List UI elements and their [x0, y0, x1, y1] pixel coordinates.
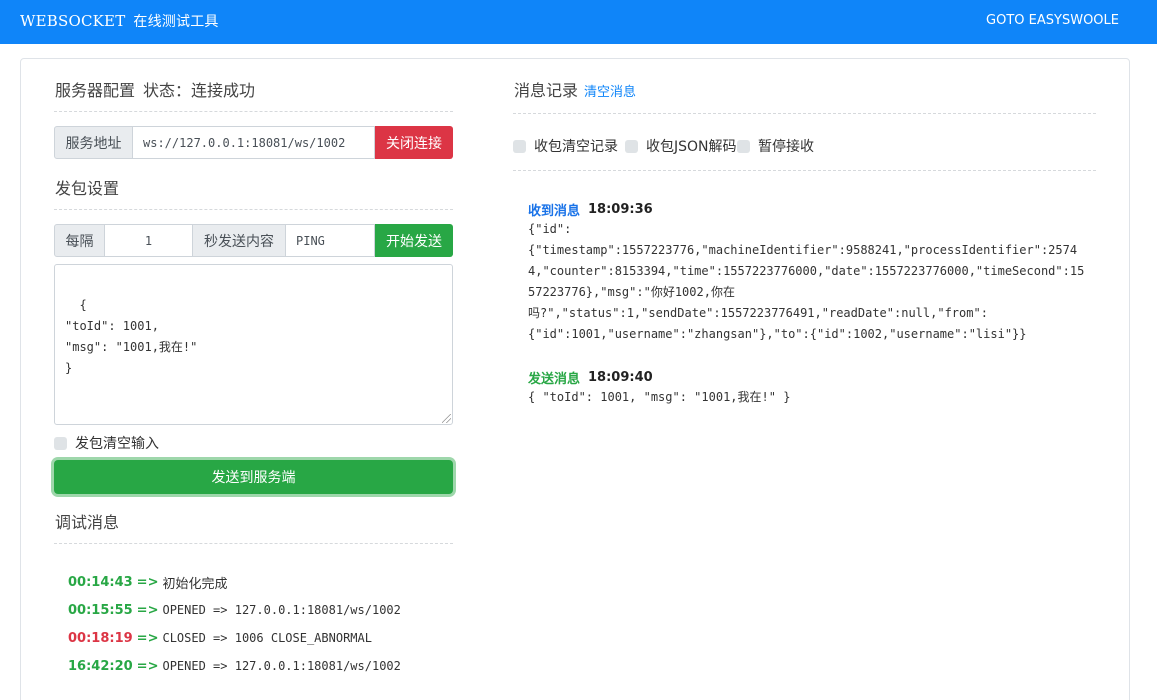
option-pause-receive[interactable]: 暂停接收 [737, 136, 814, 156]
message-time: 18:09:36 [588, 201, 653, 217]
packet-settings-title: 发包设置 [55, 179, 120, 198]
log-time: 00:18:19 [68, 630, 133, 646]
interval-input[interactable]: 1 [105, 224, 193, 257]
server-address-group: 服务地址 ws://127.0.0.1:18081/ws/1002 关闭连接 [54, 126, 453, 159]
message-body: {"id": {"timestamp":1557223776,"machineI… [528, 222, 1085, 341]
sent-message: 发送消息 18:09:40 { "toId": 1001, "msg": "10… [528, 367, 1088, 408]
option-label: 收包JSON解码 [646, 139, 737, 155]
log-entry: 16:42:20 => OPENED => 127.0.0.1:18081/ws… [68, 656, 401, 676]
divider [513, 113, 1096, 114]
resize-grip-icon[interactable] [442, 414, 451, 423]
message-header: 收到消息 18:09:36 [528, 199, 1088, 219]
start-sending-button[interactable]: 开始发送 [375, 224, 453, 257]
option-label: 收包清空记录 [534, 139, 618, 155]
message-type: 收到消息 [528, 203, 581, 219]
debug-title: 调试消息 [55, 513, 120, 532]
message-body: { "toId": 1001, "msg": "1001,我在!" } [528, 390, 791, 404]
log-arrow: => [136, 658, 159, 674]
log-text: 初始化完成 [162, 576, 228, 592]
brand: WEBSOCKET 在线测试工具 [20, 11, 219, 31]
content-label: 秒发送内容 [193, 224, 286, 257]
log-arrow: => [136, 602, 159, 618]
brand-title: WEBSOCKET [20, 12, 126, 30]
option-label: 暂停接收 [758, 139, 814, 155]
server-address-input[interactable]: ws://127.0.0.1:18081/ws/1002 [133, 126, 375, 159]
send-to-server-button[interactable]: 发送到服务端 [54, 460, 453, 494]
checkbox-box[interactable] [54, 436, 67, 450]
log-entry: 00:15:55 => OPENED => 127.0.0.1:18081/ws… [68, 600, 401, 620]
message-time: 18:09:40 [588, 369, 653, 385]
checkbox-box[interactable] [513, 139, 526, 153]
interval-label: 每隔 [54, 224, 105, 257]
divider [513, 170, 1096, 171]
goto-easyswoole-link[interactable]: GOTO EASYSWOOLE [986, 13, 1119, 28]
divider [54, 111, 453, 112]
content-input[interactable]: PING [286, 224, 375, 257]
message-type: 发送消息 [528, 371, 581, 387]
log-text: OPENED => 127.0.0.1:18081/ws/1002 [162, 659, 401, 673]
clear-input-label: 发包清空输入 [75, 436, 159, 452]
clear-messages-link[interactable]: 清空消息 [584, 85, 636, 100]
checkbox-box[interactable] [625, 139, 638, 153]
divider [54, 543, 453, 544]
log-time: 00:14:43 [68, 574, 133, 590]
packet-interval-group: 每隔 1 秒发送内容 PING 开始发送 [54, 224, 453, 257]
log-arrow: => [136, 630, 159, 646]
messages-title: 消息记录 [514, 81, 579, 100]
clear-input-checkbox[interactable]: 发包清空输入 [54, 433, 159, 453]
connection-status: 状态：连接成功 [143, 81, 256, 100]
messages-title-row: 消息记录 清空消息 [514, 77, 636, 101]
server-address-label: 服务地址 [54, 126, 133, 159]
checkbox-box[interactable] [737, 139, 750, 153]
message-header: 发送消息 18:09:40 [528, 367, 1088, 387]
log-arrow: => [136, 574, 159, 590]
close-connection-button[interactable]: 关闭连接 [375, 126, 453, 159]
log-text: OPENED => 127.0.0.1:18081/ws/1002 [162, 603, 401, 617]
top-navbar: WEBSOCKET 在线测试工具 GOTO EASYSWOOLE [0, 0, 1157, 44]
server-config-title: 服务器配置 状态：连接成功 [55, 77, 255, 101]
option-clear-on-receive[interactable]: 收包清空记录 [513, 136, 618, 156]
log-entry: 00:18:19 => CLOSED => 1006 CLOSE_ABNORMA… [68, 628, 372, 648]
packet-body-text: { "toId": 1001, "msg": "1001,我在!" } [65, 298, 198, 375]
received-message: 收到消息 18:09:36 {"id": {"timestamp":155722… [528, 199, 1088, 345]
log-time: 00:15:55 [68, 602, 133, 618]
packet-body-textarea[interactable]: { "toId": 1001, "msg": "1001,我在!" } [54, 264, 453, 425]
log-text: CLOSED => 1006 CLOSE_ABNORMAL [162, 631, 372, 645]
brand-subtitle: 在线测试工具 [133, 14, 219, 30]
log-entry: 00:14:43 => 初始化完成 [68, 572, 227, 592]
divider [54, 209, 453, 210]
server-config-label: 服务器配置 [55, 81, 136, 100]
option-json-decode[interactable]: 收包JSON解码 [625, 136, 737, 156]
log-time: 16:42:20 [68, 658, 133, 674]
